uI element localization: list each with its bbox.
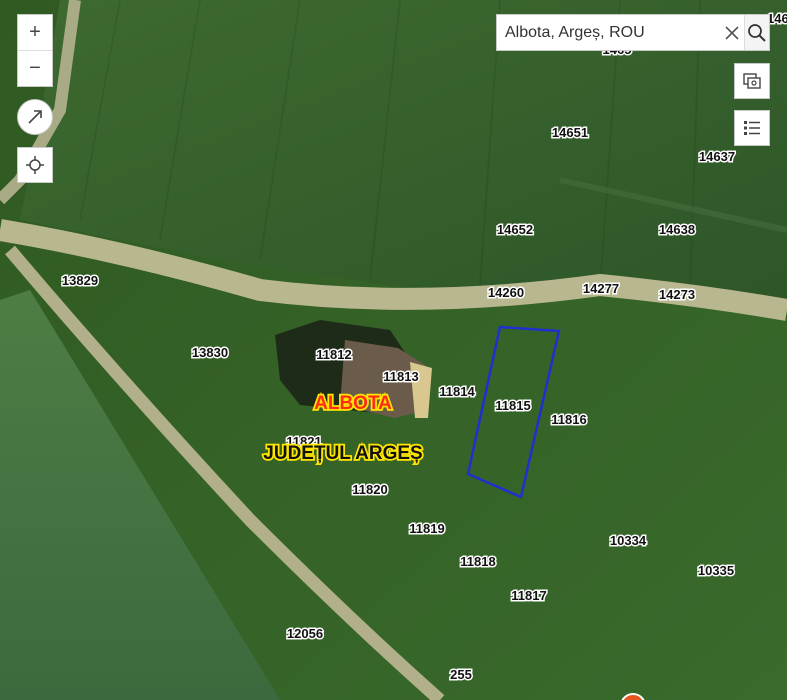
place-label-albota: ALBOTA: [314, 393, 392, 414]
parcel-label[interactable]: 14638: [657, 221, 696, 239]
search-input[interactable]: [497, 15, 720, 50]
map-canvas[interactable]: 14651 14637 14652 14638 13829 14260 1427…: [0, 0, 787, 700]
parcel-label[interactable]: 14260: [486, 284, 525, 302]
parcel-label[interactable]: 11820: [351, 481, 389, 499]
parcel-label[interactable]: 10334: [608, 532, 648, 550]
map-layers-icon: [743, 73, 761, 89]
search-bar: [496, 14, 770, 51]
parcel-label[interactable]: 14652: [495, 221, 534, 239]
parcel-label[interactable]: 146: [766, 10, 787, 28]
locate-button[interactable]: [17, 147, 53, 183]
parcel-label[interactable]: 11817: [510, 587, 548, 605]
parcel-label[interactable]: 11814: [438, 383, 477, 401]
diagonal-arrow-icon: [28, 110, 42, 124]
measure-tool-button[interactable]: [17, 99, 53, 135]
parcel-label[interactable]: 11815: [494, 397, 532, 415]
parcel-label[interactable]: 14277: [581, 280, 620, 298]
zoom-out-button[interactable]: −: [18, 50, 52, 86]
clear-search-button[interactable]: [720, 15, 744, 50]
parcel-label[interactable]: 11812: [315, 346, 353, 364]
parcel-label[interactable]: 14273: [657, 286, 696, 304]
parcel-label[interactable]: 12056: [285, 625, 324, 643]
parcel-label[interactable]: 13829: [60, 272, 99, 290]
parcel-label[interactable]: 11813: [382, 368, 420, 386]
parcel-label[interactable]: 11818: [459, 553, 497, 571]
parcel-label[interactable]: 11816: [550, 411, 588, 429]
parcel-label[interactable]: 13830: [190, 344, 229, 362]
zoom-controls: + −: [17, 14, 53, 87]
parcel-label[interactable]: 255: [449, 666, 474, 684]
parcel-label[interactable]: 14651: [550, 124, 589, 142]
search-button[interactable]: [744, 15, 769, 50]
parcel-label[interactable]: 11819: [408, 520, 446, 538]
parcel-label[interactable]: 14637: [697, 148, 736, 166]
close-icon: [725, 25, 739, 40]
legend-button[interactable]: [734, 110, 770, 146]
crosshair-icon: [26, 156, 44, 174]
list-icon: [744, 121, 760, 135]
search-icon: [748, 23, 766, 42]
parcel-label[interactable]: 10335: [696, 562, 735, 580]
county-label: JUDEȚUL ARGEȘ: [263, 443, 422, 464]
zoom-in-button[interactable]: +: [18, 15, 52, 50]
basemap-button[interactable]: [734, 63, 770, 99]
